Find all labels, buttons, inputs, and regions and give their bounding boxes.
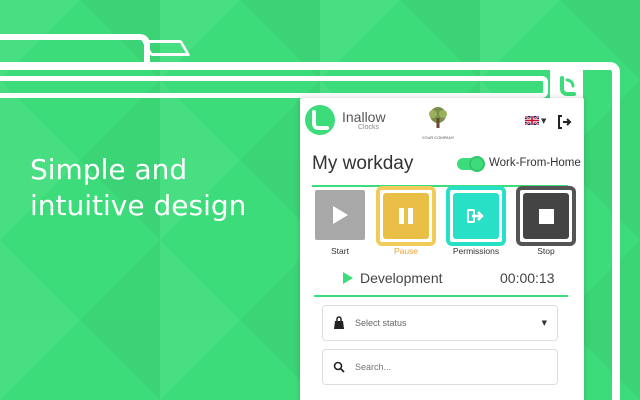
inallow-logo-icon [305, 105, 335, 135]
headline-line-1: Simple and [30, 153, 188, 186]
search-input[interactable] [355, 362, 547, 372]
activity-timer: 00:00:13 [500, 270, 555, 286]
permissions-control: Permissions [446, 186, 506, 256]
activity-name: Development [360, 270, 443, 286]
company-tree-logo [429, 107, 447, 128]
pause-icon [399, 208, 413, 224]
start-control: Start [310, 190, 370, 256]
logout-icon [558, 115, 572, 129]
status-select-placeholder: Select status [355, 318, 407, 328]
stop-button[interactable] [516, 186, 576, 246]
browser-new-tab[interactable] [141, 40, 191, 56]
app-name: Inallow [342, 108, 386, 125]
start-label: Start [331, 246, 349, 256]
browser-tab[interactable] [0, 34, 150, 64]
headline: Simple and intuitive design [30, 152, 246, 224]
company-logo: YOUR COMPANY [418, 106, 458, 140]
pause-label: Pause [393, 246, 419, 256]
work-from-home-label: Work-From-Home [489, 157, 581, 169]
work-from-home-toggle[interactable] [457, 156, 485, 172]
start-button[interactable] [315, 190, 365, 240]
company-name: YOUR COMPANY [421, 135, 455, 140]
pause-control: Pause [376, 186, 436, 256]
inallow-logo-icon [559, 75, 576, 96]
arrow-right-icon [467, 209, 484, 223]
browser-address-bar[interactable] [0, 76, 548, 98]
pause-button[interactable] [376, 186, 436, 246]
controls-group: Start Pause Permissions Stop [310, 186, 578, 264]
logout-button[interactable] [556, 114, 572, 134]
play-icon [333, 206, 348, 224]
current-activity: Development [342, 270, 443, 286]
app-logo: Inallow Clocks [304, 104, 386, 136]
stop-icon [538, 208, 554, 224]
stop-control: Stop [516, 186, 576, 256]
permissions-label: Permissions [452, 246, 500, 256]
headline-line-2: intuitive design [30, 189, 247, 222]
extension-popup: Inallow Clocks YOUR COMPANY ▼ My workday… [300, 98, 584, 400]
divider [314, 295, 568, 297]
chevron-down-icon: ▼ [541, 116, 547, 125]
stop-label: Stop [537, 246, 555, 256]
uk-flag-icon [525, 116, 539, 125]
language-selector[interactable]: ▼ [525, 116, 546, 125]
status-select[interactable]: Select status ▼ [322, 305, 558, 341]
page-title: My workday [312, 153, 414, 174]
status-bag-icon [334, 316, 344, 329]
play-icon [343, 272, 353, 284]
app-subname: Clocks [358, 123, 380, 131]
permissions-button[interactable] [446, 186, 506, 246]
chevron-down-icon: ▼ [541, 319, 547, 327]
toggle-knob [469, 156, 485, 172]
search-icon [333, 361, 345, 373]
search-field[interactable] [322, 349, 558, 385]
